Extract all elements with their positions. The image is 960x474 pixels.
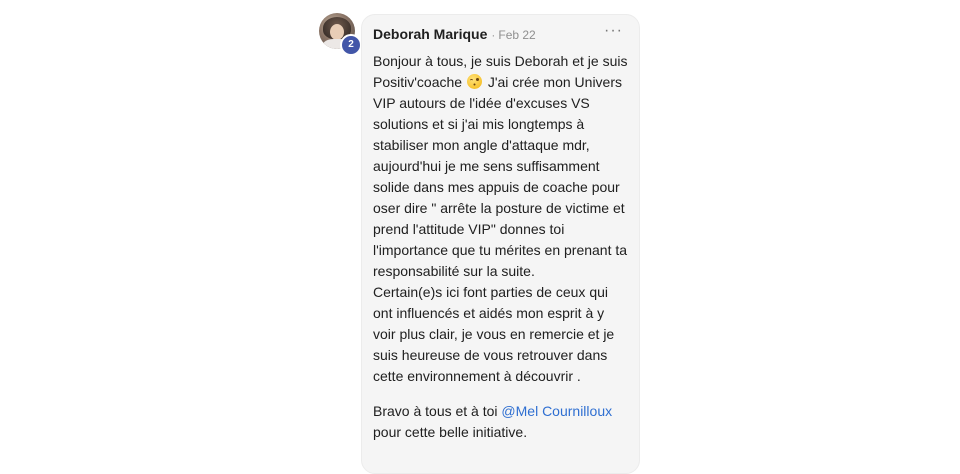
- post-date[interactable]: Feb 22: [498, 28, 535, 42]
- author-name[interactable]: Deborah Marique: [373, 26, 487, 42]
- body-line: solutions et si j'ai mis longtemps à: [373, 116, 585, 132]
- body-line: VIP autours de l'idée d'excuses VS: [373, 95, 590, 111]
- body-line: solide dans mes appuis de coache pour: [373, 179, 620, 195]
- body-line: voir plus clair, je vous en remercie et …: [373, 326, 615, 342]
- body-line: oser dire " arrête la posture de victime…: [373, 200, 625, 216]
- post-body: Bonjour à tous, je suis Deborah et je su…: [373, 51, 635, 443]
- body-line: Certain(e)s ici font parties de ceux qui: [373, 284, 608, 300]
- body-line: stabiliser mon angle d'attaque mdr,: [373, 137, 590, 153]
- closing-suffix: pour cette belle initiative.: [373, 424, 528, 440]
- body-line: aujourd'hui je me sens suffisamment: [373, 158, 600, 174]
- body-line: cette environnement à découvrir .: [373, 368, 581, 384]
- winking-face-icon: [466, 74, 482, 89]
- closing-prefix: Bravo à tous et à toi: [373, 403, 502, 419]
- post-bubble: Deborah Marique · Feb 22 ··· Bonjour à t…: [361, 14, 640, 474]
- header-separator: ·: [491, 28, 496, 42]
- body-line: responsabilité sur la suite.: [373, 263, 535, 279]
- author-avatar-container[interactable]: 2: [319, 13, 362, 56]
- body-line: prend l'attitude VIP" donnes toi: [373, 221, 565, 237]
- body-line-text: J'ai crée mon Univers: [487, 74, 623, 90]
- more-horizontal-icon[interactable]: ···: [604, 22, 623, 40]
- body-line: ont influencés et aidés mon esprit à y: [373, 305, 605, 321]
- level-badge: 2: [340, 34, 362, 56]
- closing-line: Bravo à tous et à toi @Mel Cournilloux: [373, 401, 635, 422]
- body-line: suis heureuse de vous retrouver dans: [373, 347, 608, 363]
- post-header: Deborah Marique · Feb 22: [373, 26, 536, 42]
- body-line-text: Positiv'coache: [373, 74, 463, 90]
- body-line: l'importance que tu mérites en prenant t…: [373, 242, 628, 258]
- user-mention-link[interactable]: @Mel Cournilloux: [501, 403, 612, 419]
- body-line-with-emoji: Positiv'coache J'ai crée mon Univers: [373, 72, 635, 93]
- body-line: Bonjour à tous, je suis Deborah et je su…: [373, 53, 628, 69]
